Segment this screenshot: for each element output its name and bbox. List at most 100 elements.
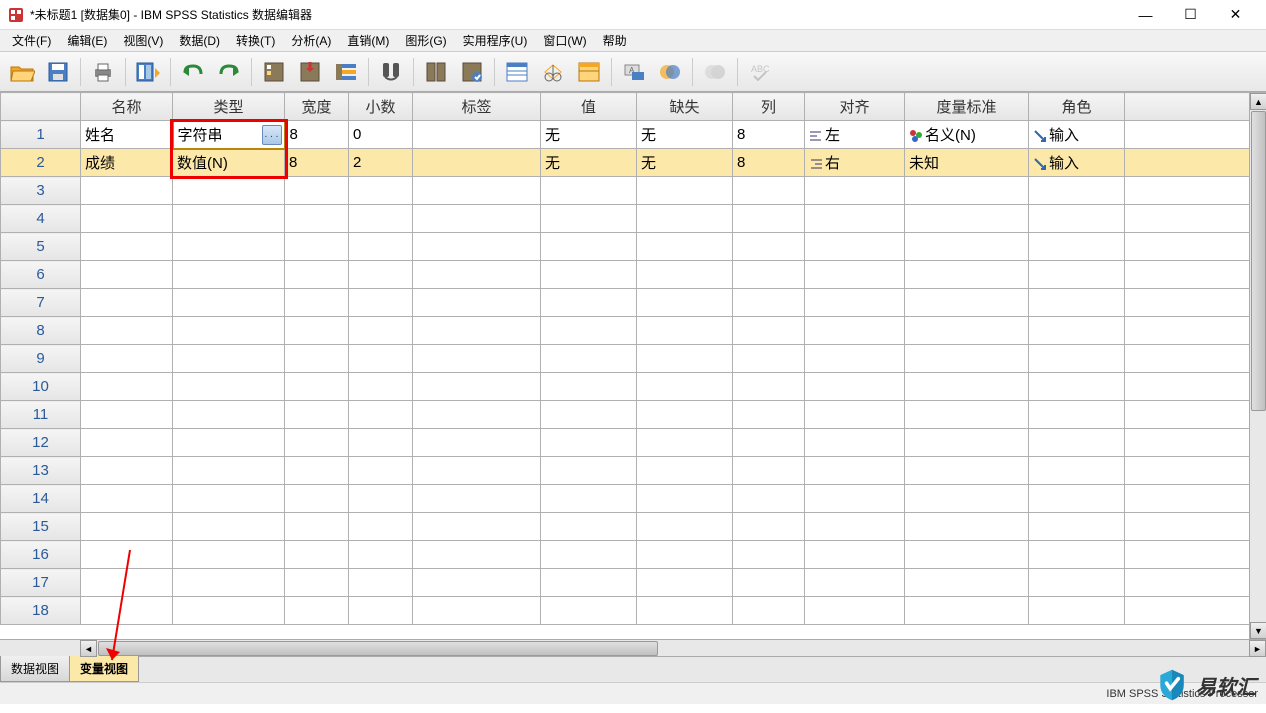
empty-row[interactable]: 16	[1, 541, 1266, 569]
find-icon[interactable]	[375, 56, 407, 88]
col-type[interactable]: 类型	[173, 93, 285, 121]
maximize-button[interactable]: ☐	[1168, 0, 1213, 29]
row-number[interactable]: 16	[1, 541, 81, 569]
show-all-icon[interactable]: A	[618, 56, 650, 88]
empty-row[interactable]: 15	[1, 513, 1266, 541]
empty-row[interactable]: 7	[1, 289, 1266, 317]
value-labels-icon[interactable]	[537, 56, 569, 88]
menu-analyze[interactable]: 分析(A)	[283, 30, 339, 51]
cell-decimals[interactable]: 2	[349, 149, 413, 177]
cell-width[interactable]: 8	[285, 149, 349, 177]
cell-role[interactable]: 输入	[1029, 149, 1125, 177]
col-align[interactable]: 对齐	[805, 93, 905, 121]
scroll-up-button[interactable]: ▲	[1250, 93, 1266, 110]
variables-icon[interactable]	[330, 56, 362, 88]
cell-align[interactable]: 左	[805, 121, 905, 149]
cell-cols[interactable]: 8	[733, 149, 805, 177]
cell-cols[interactable]: 8	[733, 121, 805, 149]
cell-missing[interactable]: 无	[637, 149, 733, 177]
col-label[interactable]: 标签	[413, 93, 541, 121]
cell-measure[interactable]: 未知	[905, 149, 1029, 177]
empty-row[interactable]: 11	[1, 401, 1266, 429]
cell-label[interactable]	[413, 149, 541, 177]
goto-case-icon[interactable]	[258, 56, 290, 88]
col-values[interactable]: 值	[541, 93, 637, 121]
cell-width[interactable]: 8	[285, 121, 349, 149]
row-number[interactable]: 10	[1, 373, 81, 401]
row-number[interactable]: 3	[1, 177, 81, 205]
sets-pie-icon[interactable]	[654, 56, 686, 88]
run-icon[interactable]	[699, 56, 731, 88]
row-2[interactable]: 2 成绩 数值(N) 8 2 无 无 8 右 未知 输入	[1, 149, 1266, 177]
menu-util[interactable]: 实用程序(U)	[455, 30, 536, 51]
empty-row[interactable]: 18	[1, 597, 1266, 625]
weight-cases-icon[interactable]	[456, 56, 488, 88]
row-number[interactable]: 12	[1, 429, 81, 457]
undo-icon[interactable]	[177, 56, 209, 88]
row-number[interactable]: 2	[1, 149, 81, 177]
cell-values[interactable]: 无	[541, 149, 637, 177]
row-number[interactable]: 4	[1, 205, 81, 233]
goto-var-icon[interactable]	[294, 56, 326, 88]
empty-row[interactable]: 17	[1, 569, 1266, 597]
col-decimals[interactable]: 小数	[349, 93, 413, 121]
scroll-down-button[interactable]: ▼	[1250, 622, 1266, 639]
menu-window[interactable]: 窗口(W)	[535, 30, 594, 51]
tab-data-view[interactable]: 数据视图	[0, 655, 70, 682]
row-number[interactable]: 13	[1, 457, 81, 485]
row-number[interactable]: 14	[1, 485, 81, 513]
cell-align[interactable]: 右	[805, 149, 905, 177]
row-number[interactable]: 6	[1, 261, 81, 289]
empty-row[interactable]: 13	[1, 457, 1266, 485]
cell-type[interactable]: 数值(N)	[173, 149, 285, 177]
row-number[interactable]: 11	[1, 401, 81, 429]
menu-help[interactable]: 帮助	[595, 30, 635, 51]
minimize-button[interactable]: —	[1123, 0, 1168, 29]
scroll-left-button[interactable]: ◄	[80, 640, 97, 657]
cell-name[interactable]: 姓名	[81, 121, 173, 149]
menu-transform[interactable]: 转换(T)	[228, 30, 283, 51]
row-number[interactable]: 5	[1, 233, 81, 261]
cell-values[interactable]: 无	[541, 121, 637, 149]
col-width[interactable]: 宽度	[285, 93, 349, 121]
empty-row[interactable]: 14	[1, 485, 1266, 513]
scroll-thumb-v[interactable]	[1251, 111, 1266, 411]
empty-row[interactable]: 12	[1, 429, 1266, 457]
row-number[interactable]: 8	[1, 317, 81, 345]
menu-view[interactable]: 视图(V)	[115, 30, 171, 51]
close-button[interactable]: ✕	[1213, 0, 1258, 29]
redo-icon[interactable]	[213, 56, 245, 88]
split-file-icon[interactable]	[420, 56, 452, 88]
use-sets-icon[interactable]	[573, 56, 605, 88]
scroll-thumb[interactable]	[98, 641, 658, 656]
empty-row[interactable]: 10	[1, 373, 1266, 401]
empty-row[interactable]: 3	[1, 177, 1266, 205]
cell-type-editing[interactable]: 字符串 . . .	[173, 121, 285, 149]
recall-dialog-icon[interactable]	[132, 56, 164, 88]
empty-row[interactable]: 4	[1, 205, 1266, 233]
cell-name[interactable]: 成绩	[81, 149, 173, 177]
save-icon[interactable]	[42, 56, 74, 88]
menu-data[interactable]: 数据(D)	[171, 30, 228, 51]
col-name[interactable]: 名称	[81, 93, 173, 121]
menu-file[interactable]: 文件(F)	[4, 30, 59, 51]
row-1[interactable]: 1 姓名 字符串 . . . 8 0 无 无 8 左 名义(N) 输入	[1, 121, 1266, 149]
row-number[interactable]: 17	[1, 569, 81, 597]
spell-check-icon[interactable]: ABC	[744, 56, 776, 88]
empty-row[interactable]: 9	[1, 345, 1266, 373]
menu-direct[interactable]: 直销(M)	[339, 30, 397, 51]
open-icon[interactable]	[6, 56, 38, 88]
row-number[interactable]: 1	[1, 121, 81, 149]
cell-decimals[interactable]: 0	[349, 121, 413, 149]
row-number[interactable]: 15	[1, 513, 81, 541]
cell-label[interactable]	[413, 121, 541, 149]
scroll-right-button[interactable]: ►	[1249, 640, 1266, 657]
cell-role[interactable]: 输入	[1029, 121, 1125, 149]
horizontal-scrollbar[interactable]: ◄ ►	[0, 639, 1266, 656]
type-browse-button[interactable]: . . .	[262, 125, 282, 145]
select-cases-icon[interactable]	[501, 56, 533, 88]
row-number[interactable]: 18	[1, 597, 81, 625]
col-cols[interactable]: 列	[733, 93, 805, 121]
vertical-scrollbar[interactable]: ▲ ▼	[1249, 93, 1266, 639]
col-role[interactable]: 角色	[1029, 93, 1125, 121]
